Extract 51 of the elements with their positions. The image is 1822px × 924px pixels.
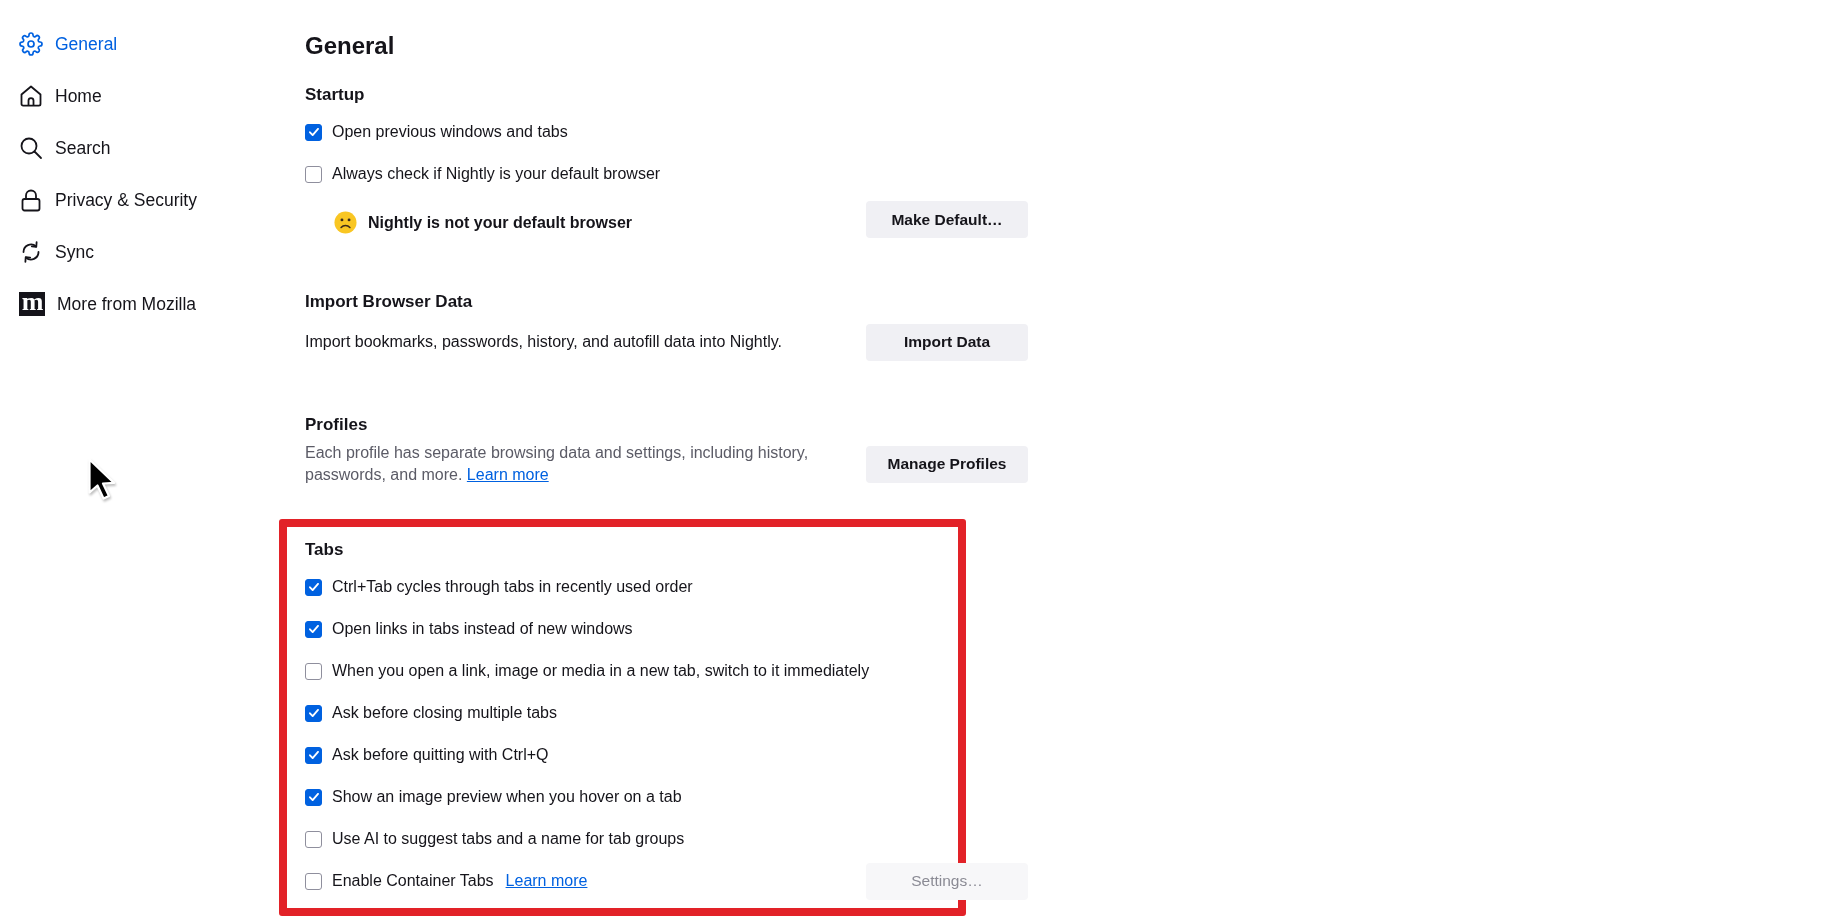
checkbox[interactable] [305,578,322,596]
checkbox[interactable] [305,662,322,680]
checkbox-label[interactable]: Ask before quitting with Ctrl+Q [332,746,549,764]
checkmark-icon [308,624,319,634]
checkbox[interactable] [305,872,322,890]
section-heading: Tabs [305,539,345,561]
settings-icon [19,32,43,56]
sidebar-item[interactable]: General [0,18,118,70]
checkbox-label[interactable]: Enable Container Tabs [332,872,494,890]
checkbox-label[interactable]: Use AI to suggest tabs and a name for tab groups [332,830,685,848]
checkbox[interactable] [305,620,322,638]
sidebar-item[interactable]: Privacy & Security [0,174,197,226]
checkbox-label[interactable]: Open links in tabs instead of new windows [332,620,633,638]
checkbox-label[interactable]: Always check if Nightly is your default browser [332,165,661,183]
sidebar-item[interactable]: Sync [0,226,94,278]
checkmark-icon [308,708,319,718]
search-icon [19,136,43,160]
section-heading: Import Browser Data [305,291,474,313]
action-button[interactable]: Make Default… [866,201,1028,238]
checkbox[interactable] [305,746,322,764]
checkbox[interactable] [305,123,322,141]
checkbox[interactable] [305,830,322,848]
checkmark-icon [308,750,319,760]
checkbox-label[interactable]: Ctrl+Tab cycles through tabs in recently used order [332,578,693,596]
sad-face-icon [334,211,357,234]
learn-more-link[interactable]: Learn more [466,466,549,483]
checkbox-label[interactable]: Open previous windows and tabs [332,123,568,141]
section-heading: Startup [305,84,366,106]
checkbox[interactable] [305,165,322,183]
action-button[interactable]: Import Data [866,323,1028,361]
sidebar-item[interactable]: m More from Mozilla [0,278,197,330]
lock-icon [19,188,43,212]
notice-text: Nightly is not your default browser [368,213,633,232]
page-title: General [305,31,396,61]
home-icon [19,84,43,108]
checkbox-label[interactable]: Show an image preview when you hover on a tab [332,788,682,806]
checkbox-label[interactable]: Ask before closing multiple tabs [332,704,557,722]
checkmark-icon [308,792,319,802]
checkbox[interactable] [305,704,322,722]
checkbox-label[interactable]: When you open a link, image or media in a new tab, switch to it immediately [332,662,870,680]
sidebar-item[interactable]: Home [0,70,102,122]
section-description: Import bookmarks, passwords, history, and autofill data into Nightly. [305,332,783,352]
checkmark-icon [308,127,319,137]
section-heading: Profiles [305,414,369,436]
learn-more-link[interactable]: Learn more [505,872,588,890]
logo-tile: m [19,292,45,316]
section-description: Each profile has separate browsing data and settings, including history, passwords, and more. Learn more [305,443,810,485]
action-button[interactable]: Manage Profiles [866,445,1028,483]
checkmark-icon [308,582,319,592]
checkbox[interactable] [305,788,322,806]
sidebar-item[interactable]: Search [0,122,111,174]
